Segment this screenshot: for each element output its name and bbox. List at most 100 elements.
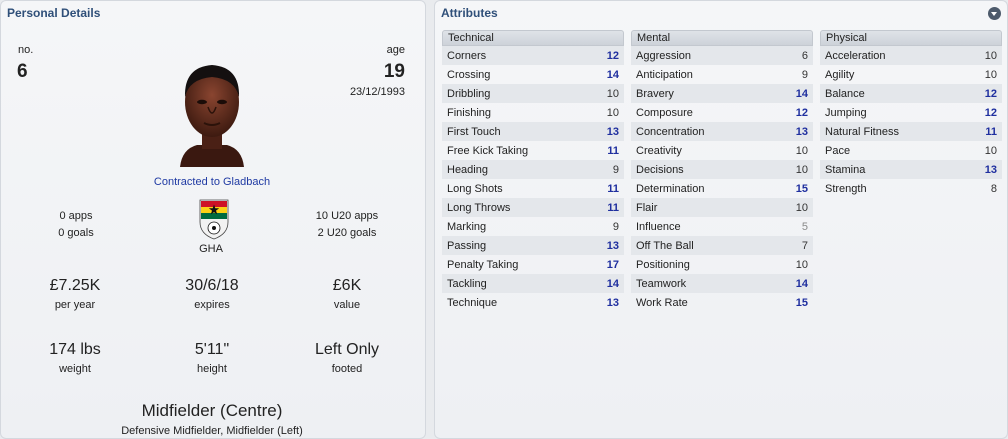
attribute-row[interactable]: Bravery 14: [631, 84, 813, 103]
attribute-row[interactable]: Technique 13: [442, 293, 624, 312]
attribute-row[interactable]: Natural Fitness 11: [820, 122, 1002, 141]
attribute-name: Concentration: [636, 125, 705, 138]
attribute-name: Dribbling: [447, 87, 491, 100]
attribute-value: 14: [795, 87, 808, 100]
attribute-name: First Touch: [447, 125, 501, 138]
attribute-name: Flair: [636, 201, 658, 214]
attribute-row[interactable]: Concentration 13: [631, 122, 813, 141]
contract-expires-label: expires: [194, 299, 230, 311]
attribute-row[interactable]: Penalty Taking 17: [442, 255, 624, 274]
attribute-name: Marking: [447, 220, 487, 233]
preferred-foot-value: Left Only: [314, 341, 380, 358]
attribute-name: Creativity: [636, 144, 682, 157]
wage-label: per year: [54, 299, 96, 311]
weight-label: weight: [59, 363, 91, 375]
attribute-row[interactable]: Strength 8: [820, 179, 1002, 198]
attribute-row[interactable]: Flair 10: [631, 198, 813, 217]
attribute-value: 11: [985, 125, 997, 138]
attribute-value: 7: [801, 239, 808, 252]
attribute-value: 13: [606, 239, 619, 252]
attribute-row[interactable]: Work Rate 15: [631, 293, 813, 312]
attribute-row[interactable]: First Touch 13: [442, 122, 624, 141]
mental-header: Mental: [631, 30, 813, 46]
attribute-row[interactable]: Aggression 6: [631, 46, 813, 65]
attribute-name: Bravery: [636, 87, 674, 100]
u20-goals-count: 2 U20 goals: [317, 227, 377, 239]
attribute-name: Long Throws: [447, 201, 511, 214]
attribute-value: 10: [606, 106, 619, 119]
attribute-row[interactable]: Acceleration 10: [820, 46, 1002, 65]
attribute-value: 6: [801, 49, 808, 62]
attribute-value: 12: [984, 87, 997, 100]
contract-link[interactable]: Contracted to Gladbach: [112, 176, 312, 188]
attribute-row[interactable]: Balance 12: [820, 84, 1002, 103]
attribute-row[interactable]: Long Throws 11: [442, 198, 624, 217]
attribute-row[interactable]: Heading 9: [442, 160, 624, 179]
attribute-name: Finishing: [447, 106, 492, 119]
attribute-name: Jumping: [825, 106, 867, 119]
attribute-row[interactable]: Dribbling 10: [442, 84, 624, 103]
attribute-name: Tackling: [447, 277, 487, 290]
attribute-row[interactable]: Creativity 10: [631, 141, 813, 160]
attribute-name: Pace: [825, 144, 851, 157]
attribute-value: 9: [612, 163, 619, 176]
physical-header: Physical: [820, 30, 1002, 46]
attributes-panel: Attributes Technical Corners 12 Crossing 14…: [434, 0, 1008, 439]
attribute-name: Heading: [447, 163, 488, 176]
attribute-row[interactable]: Influence 5: [631, 217, 813, 236]
attribute-value: 9: [612, 220, 619, 233]
mental-column: Mental Aggression 6 Anticipation 9 Bravery 14…: [631, 30, 813, 312]
attribute-row[interactable]: Stamina 13: [820, 160, 1002, 179]
primary-position: Midfielder (Centre): [141, 401, 283, 420]
ghana-crest-icon[interactable]: [197, 196, 231, 240]
age-value: 19: [383, 61, 405, 82]
attribute-row[interactable]: Agility 10: [820, 65, 1002, 84]
attribute-value: 11: [607, 182, 619, 195]
attribute-row[interactable]: Jumping 12: [820, 103, 1002, 122]
attribute-name: Composure: [636, 106, 693, 119]
attribute-name: Aggression: [636, 49, 692, 62]
nation-code[interactable]: GHA: [161, 243, 261, 255]
attribute-value: 13: [606, 296, 619, 309]
secondary-positions: Defensive Midfielder, Midfielder (Left): [121, 425, 303, 437]
attribute-value: 10: [984, 144, 997, 157]
date-of-birth: 23/12/1993: [349, 86, 405, 98]
attribute-name: Long Shots: [447, 182, 503, 195]
attribute-row[interactable]: Anticipation 9: [631, 65, 813, 84]
attribute-row[interactable]: Free Kick Taking 11: [442, 141, 624, 160]
height-value: 5'11": [194, 341, 230, 358]
attribute-value: 10: [984, 49, 997, 62]
attribute-row[interactable]: Corners 12: [442, 46, 624, 65]
attribute-name: Technique: [447, 296, 498, 309]
wage-value: £7.25K: [49, 277, 101, 294]
attribute-row[interactable]: Positioning 10: [631, 255, 813, 274]
attributes-title: Attributes: [441, 6, 498, 20]
attribute-name: Penalty Taking: [447, 258, 519, 271]
attribute-row[interactable]: Determination 15: [631, 179, 813, 198]
attribute-value: 15: [795, 182, 808, 195]
apps-count: 0 apps: [59, 210, 93, 222]
personal-details-title: Personal Details: [7, 6, 101, 20]
attribute-row[interactable]: Tackling 14: [442, 274, 624, 293]
chevron-down-icon[interactable]: [988, 7, 1001, 20]
attribute-row[interactable]: Decisions 10: [631, 160, 813, 179]
attribute-value: 11: [607, 144, 619, 157]
u20-apps-count: 10 U20 apps: [315, 210, 379, 222]
attribute-value: 14: [795, 277, 808, 290]
attribute-row[interactable]: Marking 9: [442, 217, 624, 236]
transfer-value-label: value: [333, 299, 361, 311]
attribute-row[interactable]: Pace 10: [820, 141, 1002, 160]
attribute-row[interactable]: Crossing 14: [442, 65, 624, 84]
attribute-row[interactable]: Off The Ball 7: [631, 236, 813, 255]
attribute-name: Natural Fitness: [825, 125, 899, 138]
attribute-value: 8: [990, 182, 997, 195]
attribute-row[interactable]: Teamwork 14: [631, 274, 813, 293]
attribute-row[interactable]: Long Shots 11: [442, 179, 624, 198]
attribute-name: Determination: [636, 182, 705, 195]
attribute-value: 17: [606, 258, 619, 271]
attribute-value: 10: [984, 68, 997, 81]
personal-details-panel: Personal Details no. 6 age 19 23/12/1993…: [0, 0, 426, 439]
attribute-row[interactable]: Composure 12: [631, 103, 813, 122]
attribute-row[interactable]: Finishing 10: [442, 103, 624, 122]
attribute-row[interactable]: Passing 13: [442, 236, 624, 255]
